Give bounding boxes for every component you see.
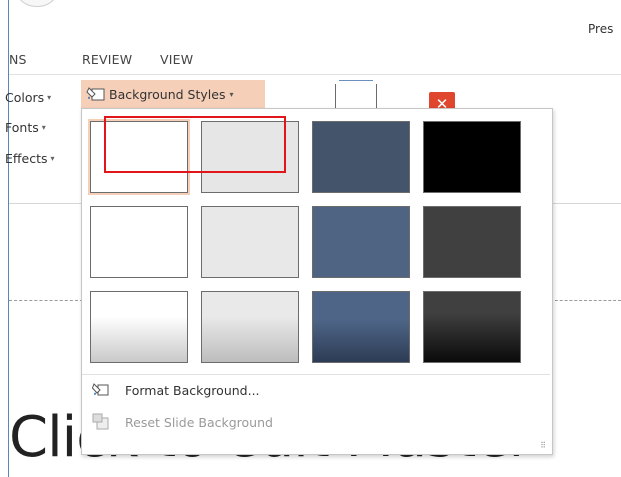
title-bar: Pres <box>0 0 621 36</box>
window-title: Pres <box>588 22 614 36</box>
background-styles-button[interactable]: Background Styles ▾ <box>81 80 265 108</box>
colors-dropdown[interactable]: Colors ▾ <box>5 90 51 105</box>
app-logo <box>14 0 60 7</box>
background-style-thumbnail[interactable] <box>90 291 188 363</box>
fonts-dropdown[interactable]: Fonts ▾ <box>5 120 46 135</box>
effects-dropdown[interactable]: Effects ▾ <box>5 151 55 166</box>
background-style-thumbnail[interactable] <box>423 121 521 193</box>
tab-design-partial[interactable]: NS <box>9 52 27 67</box>
background-style-thumbnail[interactable] <box>312 121 410 193</box>
tab-view[interactable]: VIEW <box>160 52 193 67</box>
tab-review[interactable]: REVIEW <box>82 52 132 67</box>
menu-separator <box>82 374 550 375</box>
background-style-thumbnail[interactable] <box>423 206 521 278</box>
reset-background-icon <box>92 413 109 430</box>
format-background-menu-item[interactable]: Format Background... <box>92 377 260 403</box>
chevron-down-icon: ▾ <box>41 123 46 132</box>
background-style-thumbnail[interactable] <box>201 121 299 193</box>
background-style-thumbnail[interactable] <box>312 206 410 278</box>
reset-slide-background-label: Reset Slide Background <box>125 414 273 430</box>
chevron-down-icon: ▾ <box>47 93 52 102</box>
format-background-label: Format Background... <box>125 382 260 398</box>
chevron-down-icon: ▾ <box>229 89 234 99</box>
background-style-thumbnail[interactable] <box>201 206 299 278</box>
fonts-label: Fonts <box>5 120 39 135</box>
background-style-thumbnail[interactable] <box>312 291 410 363</box>
background-style-thumbnail[interactable] <box>90 206 188 278</box>
paint-bucket-icon <box>86 87 105 101</box>
slide-placeholder-border <box>550 300 621 301</box>
background-styles-label: Background Styles <box>109 86 226 102</box>
background-style-thumbnail[interactable] <box>423 291 521 363</box>
paint-bucket-icon <box>92 383 109 396</box>
colors-label: Colors <box>5 90 45 105</box>
resize-grip-icon[interactable]: ⠿ <box>540 441 546 450</box>
background-styles-menu: Format Background... Reset Slide Backgro… <box>81 108 553 455</box>
background-style-thumbnail[interactable] <box>201 291 299 363</box>
slide-placeholder-border <box>9 300 83 301</box>
effects-label: Effects <box>5 151 48 166</box>
chevron-down-icon: ▾ <box>50 154 55 163</box>
reset-slide-background-menu-item[interactable]: Reset Slide Background <box>92 409 273 435</box>
background-style-thumbnail[interactable] <box>88 119 190 195</box>
